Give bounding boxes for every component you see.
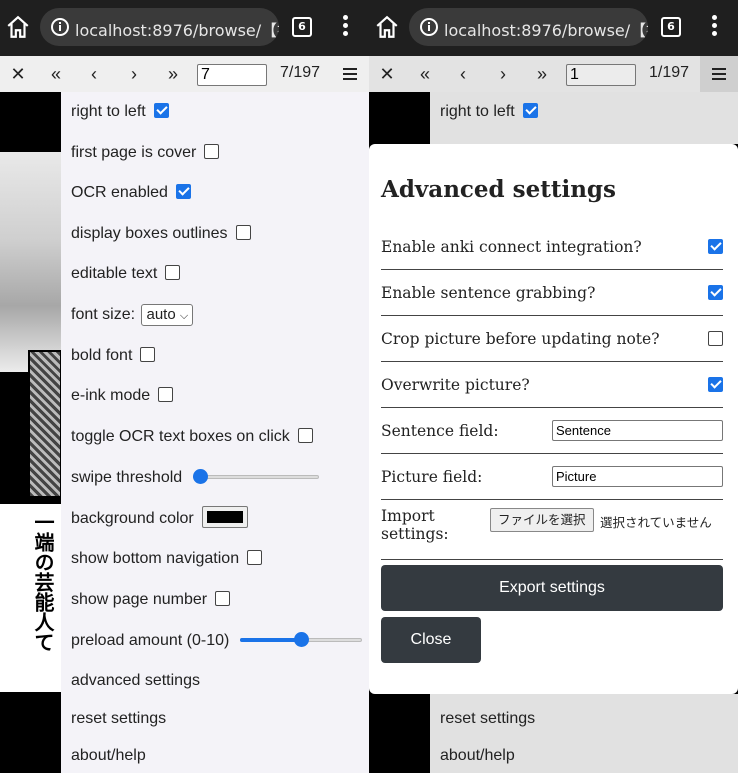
close-dialog-button[interactable]: Close xyxy=(381,617,481,663)
home-icon[interactable] xyxy=(5,14,31,40)
manga-panel xyxy=(28,350,62,498)
last-page-button[interactable]: » xyxy=(528,60,556,88)
prev-page-button[interactable]: ‹ xyxy=(80,60,108,88)
font-size-select[interactable]: auto ⌵ xyxy=(141,304,194,326)
menu-item-first-page-cover[interactable]: first page is cover xyxy=(71,141,220,165)
browser-toolbar: localhost:8976/browse/【推 6 xyxy=(0,0,369,56)
show-bottom-nav-checkbox[interactable] xyxy=(247,550,263,565)
left-screen: localhost:8976/browse/【推 6 ✕ « ‹ › » 7 7… xyxy=(0,0,369,773)
menu-item-about-help[interactable]: about/help xyxy=(440,744,515,768)
next-page-button[interactable]: › xyxy=(120,60,148,88)
page-number-input[interactable]: 7 xyxy=(197,64,267,86)
export-settings-button[interactable]: Export settings xyxy=(381,565,723,611)
manga-text: 一端の芸能人て xyxy=(31,512,55,652)
close-button[interactable]: ✕ xyxy=(373,60,401,88)
sentence-grabbing-checkbox[interactable] xyxy=(708,285,723,300)
reader-toolbar: ✕ « ‹ › » 1 1/197 xyxy=(369,56,738,92)
overwrite-picture-option: Overwrite picture? xyxy=(381,362,723,408)
ocr-enabled-checkbox[interactable] xyxy=(175,184,191,199)
settings-menu-dimmed: right to left xyxy=(430,92,738,144)
reader-toolbar: ✕ « ‹ › » 7 7/197 xyxy=(0,56,369,92)
overwrite-picture-checkbox[interactable] xyxy=(708,377,723,392)
hamburger-menu-icon[interactable] xyxy=(331,56,369,92)
first-page-button[interactable]: « xyxy=(411,60,439,88)
more-menu-icon[interactable] xyxy=(704,12,724,42)
chevron-down-icon: ⌵ xyxy=(179,310,189,322)
tab-count-button[interactable]: 6 xyxy=(292,17,312,37)
swipe-threshold-slider[interactable] xyxy=(192,469,319,485)
menu-item-editable-text[interactable]: editable text xyxy=(71,262,181,286)
bold-font-checkbox[interactable] xyxy=(140,347,156,362)
sentence-grabbing-option: Enable sentence grabbing? xyxy=(381,270,723,316)
preload-amount-slider[interactable] xyxy=(239,632,362,648)
settings-menu: right to left first page is cover OCR en… xyxy=(61,92,369,773)
menu-item-display-boxes[interactable]: display boxes outlines xyxy=(71,222,251,246)
right-to-left-checkbox[interactable] xyxy=(522,103,538,118)
display-boxes-checkbox[interactable] xyxy=(235,225,251,240)
address-bar[interactable]: localhost:8976/browse/【推 xyxy=(40,8,279,46)
menu-item-right-to-left[interactable]: right to left xyxy=(71,100,169,124)
picture-field-option: Picture field: Picture xyxy=(381,454,723,500)
choose-file-button[interactable]: ファイルを選択 xyxy=(490,508,594,532)
close-button[interactable]: ✕ xyxy=(4,60,32,88)
menu-item-advanced-settings[interactable]: advanced settings xyxy=(71,669,200,693)
url-text: localhost:8976/browse/【推 xyxy=(75,21,279,40)
picture-field-input[interactable]: Picture xyxy=(552,466,723,487)
tab-count-button[interactable]: 6 xyxy=(661,17,681,37)
eink-mode-checkbox[interactable] xyxy=(158,387,174,402)
anki-connect-option: Enable anki connect integration? xyxy=(381,224,723,270)
home-icon[interactable] xyxy=(374,14,400,40)
first-page-cover-checkbox[interactable] xyxy=(204,144,220,159)
address-bar[interactable]: localhost:8976/browse/【推 xyxy=(409,8,648,46)
menu-item-font-size: font size: auto ⌵ xyxy=(71,303,194,327)
advanced-settings-dialog: Advanced settings Enable anki connect in… xyxy=(369,144,738,694)
crop-picture-checkbox[interactable] xyxy=(708,331,723,346)
menu-item-bold-font[interactable]: bold font xyxy=(71,344,156,368)
info-icon[interactable] xyxy=(419,17,439,37)
menu-item-toggle-ocr[interactable]: toggle OCR text boxes on click xyxy=(71,425,313,449)
import-settings-option: Import settings: ファイルを選択 選択されていません xyxy=(381,500,723,560)
menu-item-eink-mode[interactable]: e-ink mode xyxy=(71,384,174,408)
first-page-button[interactable]: « xyxy=(42,60,70,88)
menu-item-swipe-threshold: swipe threshold xyxy=(71,466,319,490)
settings-menu-dimmed-bottom: reset settings about/help xyxy=(430,694,738,773)
sentence-field-option: Sentence field: Sentence xyxy=(381,408,723,454)
background-color-picker[interactable] xyxy=(202,506,249,528)
manga-artwork xyxy=(0,152,62,372)
hamburger-menu-icon[interactable] xyxy=(700,56,738,92)
menu-item-about-help[interactable]: about/help xyxy=(71,744,146,768)
more-menu-icon[interactable] xyxy=(335,12,355,42)
last-page-button[interactable]: » xyxy=(159,60,187,88)
menu-item-reset-settings[interactable]: reset settings xyxy=(440,707,535,731)
right-screen: localhost:8976/browse/【推 6 ✕ « ‹ › » 1 1… xyxy=(369,0,738,773)
sentence-field-input[interactable]: Sentence xyxy=(552,420,723,441)
editable-text-checkbox[interactable] xyxy=(165,265,181,280)
page-count: 1/197 xyxy=(649,64,690,81)
page-number-input[interactable]: 1 xyxy=(566,64,636,86)
toggle-ocr-checkbox[interactable] xyxy=(297,428,313,443)
url-text: localhost:8976/browse/【推 xyxy=(444,21,648,40)
prev-page-button[interactable]: ‹ xyxy=(449,60,477,88)
menu-item-show-bottom-nav[interactable]: show bottom navigation xyxy=(71,547,263,571)
import-label: Import settings: xyxy=(381,507,449,543)
menu-item-show-page-number[interactable]: show page number xyxy=(71,588,231,612)
info-icon[interactable] xyxy=(50,17,70,37)
menu-item-background-color: background color xyxy=(71,506,249,530)
menu-item-preload-amount: preload amount (0-10) xyxy=(71,629,362,653)
dialog-title: Advanced settings xyxy=(381,176,616,203)
manga-page: 一端の芸能人て xyxy=(0,92,62,692)
browser-toolbar: localhost:8976/browse/【推 6 xyxy=(369,0,738,56)
menu-item-right-to-left[interactable]: right to left xyxy=(440,100,538,124)
menu-item-reset-settings[interactable]: reset settings xyxy=(71,707,166,731)
crop-picture-option: Crop picture before updating note? xyxy=(381,316,723,362)
right-to-left-checkbox[interactable] xyxy=(153,103,169,118)
next-page-button[interactable]: › xyxy=(489,60,517,88)
page-count: 7/197 xyxy=(280,64,321,81)
menu-item-ocr-enabled[interactable]: OCR enabled xyxy=(71,181,191,205)
anki-connect-checkbox[interactable] xyxy=(708,239,723,254)
show-page-number-checkbox[interactable] xyxy=(215,591,231,606)
no-file-text: 選択されていません xyxy=(600,515,712,530)
